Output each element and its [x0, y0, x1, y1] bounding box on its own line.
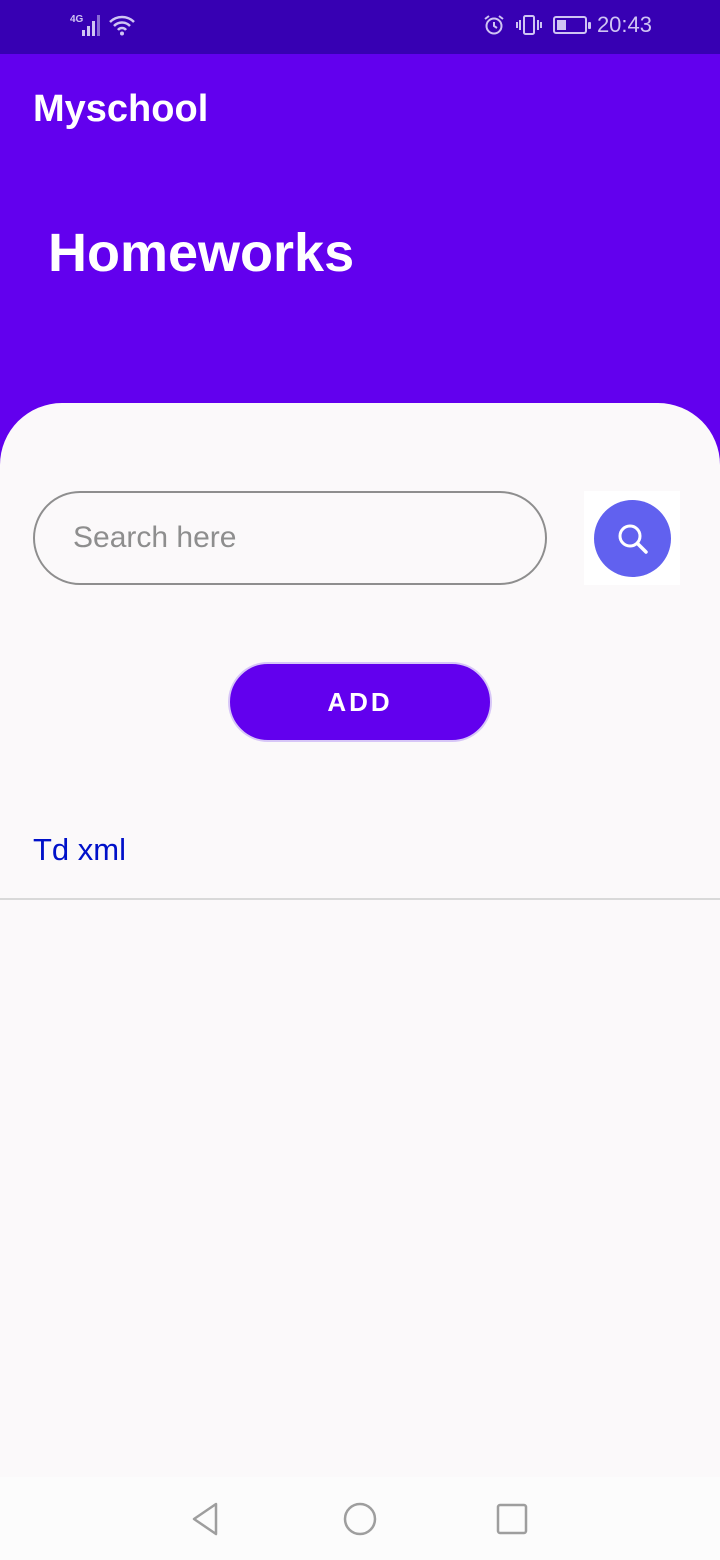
battery-icon — [552, 16, 591, 34]
homework-title: Td xml — [33, 831, 126, 867]
wifi-icon — [109, 15, 135, 36]
navigation-bar — [0, 1477, 720, 1560]
search-icon — [618, 524, 648, 554]
list-item[interactable]: Td xml — [0, 803, 720, 900]
vibrate-icon — [515, 15, 542, 35]
signal-icon — [82, 14, 100, 36]
network-type-label: 4G — [70, 14, 84, 25]
status-bar: 4G 20:43 — [0, 0, 720, 54]
recents-icon[interactable] — [490, 1497, 534, 1541]
add-button[interactable]: ADD — [228, 662, 492, 742]
alarm-icon — [484, 15, 504, 35]
app-title: Myschool — [33, 88, 209, 130]
home-icon[interactable] — [338, 1497, 382, 1541]
search-button[interactable] — [594, 500, 671, 577]
back-icon[interactable] — [183, 1497, 227, 1541]
content-panel: ADD Td xml — [0, 403, 720, 1560]
homework-list: Td xml — [0, 803, 720, 900]
status-right: 20:43 — [483, 12, 652, 38]
status-left: 4G — [70, 14, 136, 36]
search-button-container — [584, 491, 680, 585]
page-title: Homeworks — [48, 223, 355, 283]
search-input[interactable] — [33, 491, 547, 585]
status-time: 20:43 — [596, 12, 652, 37]
